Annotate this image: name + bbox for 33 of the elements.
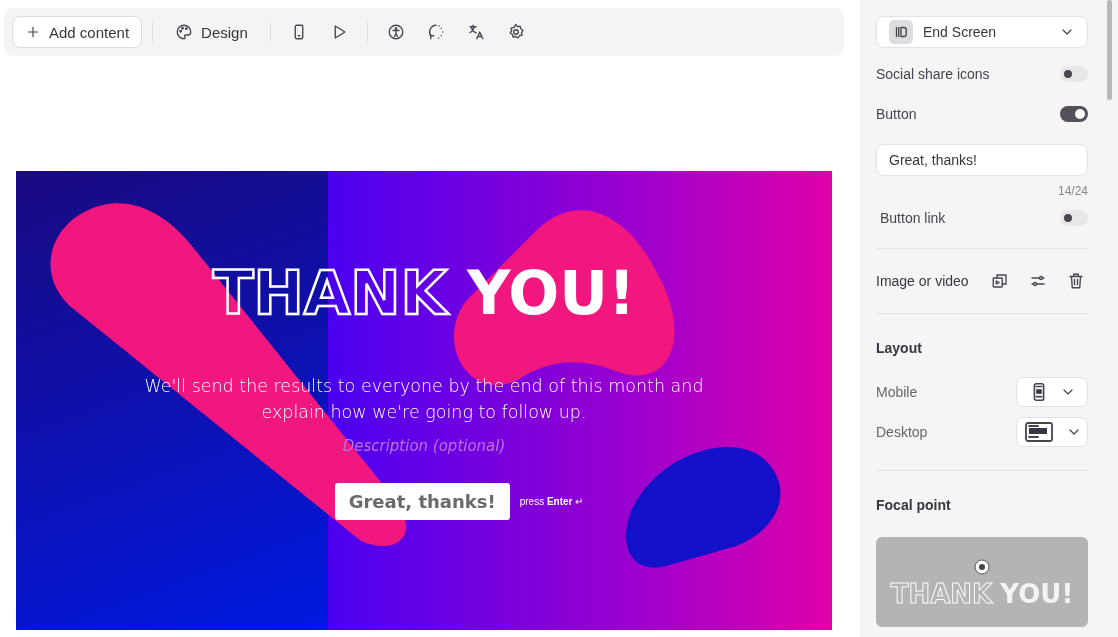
toggle-label: Button link xyxy=(880,210,946,226)
plus-icon xyxy=(25,24,41,40)
toggle-switch[interactable] xyxy=(1060,210,1088,226)
scrollbar[interactable] xyxy=(1107,0,1112,100)
layout-select[interactable] xyxy=(1016,377,1088,407)
design-button[interactable]: Design xyxy=(163,16,260,48)
toggle-label: Social share icons xyxy=(876,66,990,82)
toggle-label: Button xyxy=(876,106,917,122)
dotted-circle-arrow-icon xyxy=(426,23,445,41)
add-content-button[interactable]: Add content xyxy=(12,16,143,48)
layout-heading: Layout xyxy=(876,339,923,358)
image-or-video-label: Image or video xyxy=(876,273,970,289)
trash-icon xyxy=(1067,272,1085,290)
layout-label: Desktop xyxy=(876,424,928,440)
media-stack-icon xyxy=(991,272,1009,290)
title-outline-text: THANK xyxy=(890,581,993,607)
palette-icon xyxy=(175,23,194,41)
great-thanks-button[interactable]: Great, thanks! xyxy=(334,483,510,520)
desktop-layout-icon xyxy=(1022,419,1056,445)
focal-point-heading: Focal point xyxy=(876,496,952,515)
layout-select[interactable] xyxy=(1016,417,1088,447)
title-text: YOU! xyxy=(466,263,636,323)
button-text-field[interactable]: Great, thanks! xyxy=(876,144,1088,176)
character-counter: 14/24 xyxy=(1056,184,1088,198)
toggle-switch[interactable] xyxy=(1060,106,1088,122)
layout-label: Mobile xyxy=(876,384,918,400)
toggle-switch[interactable] xyxy=(1060,66,1088,82)
title-text: YOU! xyxy=(1000,581,1074,607)
accessibility-icon xyxy=(386,23,405,41)
screen-select[interactable]: End Screen xyxy=(876,16,1088,48)
press-enter-hint: press Enter ↵ xyxy=(519,496,584,507)
focal-point-handle[interactable] xyxy=(974,559,990,575)
translate-icon xyxy=(466,23,485,41)
